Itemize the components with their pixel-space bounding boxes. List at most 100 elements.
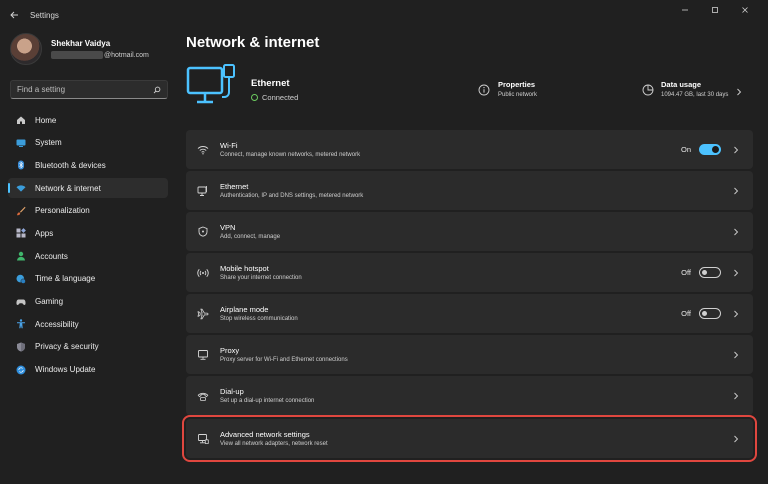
- properties-link[interactable]: Properties Public network: [478, 80, 537, 98]
- sidebar-item-network[interactable]: Network & internet: [8, 178, 168, 199]
- pie-chart-icon: [642, 84, 654, 96]
- vpn-card[interactable]: VPN Add, connect, manage: [186, 212, 753, 251]
- maximize-icon: [712, 7, 718, 13]
- gamepad-icon: [16, 297, 26, 307]
- sidebar-item-apps[interactable]: Apps: [8, 223, 168, 243]
- card-title: Wi-Fi: [220, 141, 238, 150]
- chevron-right-icon: [731, 309, 741, 319]
- sidebar-item-home[interactable]: Home: [8, 110, 168, 130]
- mobile-hotspot-card[interactable]: Mobile hotspot Share your internet conne…: [186, 253, 753, 292]
- sidebar-nav: Home System Bluetooth & devices Network …: [8, 110, 168, 382]
- connected-globe-icon: [251, 94, 258, 101]
- data-usage-link[interactable]: Data usage 1094.47 GB, last 30 days: [642, 80, 743, 98]
- airplane-icon: [196, 307, 210, 321]
- card-subtitle: Add, connect, manage: [220, 234, 281, 240]
- sidebar-item-label: Network & internet: [35, 183, 101, 193]
- accessibility-icon: [16, 319, 26, 329]
- sidebar-item-label: Gaming: [35, 297, 64, 306]
- hotspot-toggle[interactable]: [699, 267, 721, 278]
- close-button[interactable]: [730, 0, 760, 20]
- sidebar-item-label: Apps: [35, 228, 54, 238]
- sidebar-item-label: System: [35, 138, 62, 148]
- window-controls: [670, 0, 760, 20]
- sidebar-item-time-language[interactable]: Time & language: [8, 269, 168, 289]
- card-title: Mobile hotspot: [220, 264, 269, 273]
- avatar: [10, 33, 42, 65]
- account-icon: [16, 251, 26, 261]
- card-title: Dial-up: [220, 387, 244, 396]
- ethernet-monitor-icon: [186, 64, 235, 104]
- maximize-button[interactable]: [700, 0, 730, 20]
- sidebar-item-label: Bluetooth & devices: [35, 160, 106, 170]
- profile-name: Shekhar Vaidya: [51, 39, 111, 48]
- app-title: Settings: [30, 10, 59, 20]
- update-icon: [16, 365, 26, 375]
- card-title: Ethernet: [220, 182, 249, 191]
- card-subtitle: View all network adapters, network reset: [220, 441, 328, 447]
- hotspot-toggle-label: Off: [681, 268, 691, 277]
- airplane-mode-card[interactable]: Airplane mode Stop wireless communicatio…: [186, 294, 753, 333]
- advanced-network-settings-card[interactable]: Advanced network settings View all netwo…: [182, 415, 757, 462]
- back-button[interactable]: [0, 1, 28, 29]
- globe-clock-icon: [16, 274, 26, 284]
- sidebar-item-windows-update[interactable]: Windows Update: [8, 360, 168, 380]
- data-usage-subtitle: 1094.47 GB, last 30 days: [661, 92, 729, 98]
- email-redaction: [51, 51, 103, 59]
- connection-summary: Ethernet Connected Properties Public net…: [186, 60, 754, 118]
- ethernet-card[interactable]: Ethernet Authentication, IP and DNS sett…: [186, 171, 753, 210]
- sidebar-item-gaming[interactable]: Gaming: [8, 292, 168, 312]
- wifi-icon: [196, 143, 210, 157]
- card-subtitle: Set up a dial-up internet connection: [220, 398, 315, 404]
- sidebar-item-privacy[interactable]: Privacy & security: [8, 337, 168, 357]
- user-profile[interactable]: Shekhar Vaidya @hotmail.com: [10, 33, 149, 65]
- chevron-right-icon: [731, 434, 741, 444]
- advanced-network-icon: [196, 432, 210, 446]
- card-subtitle: Proxy server for Wi-Fi and Ethernet conn…: [220, 357, 348, 363]
- sidebar-item-bluetooth[interactable]: Bluetooth & devices: [8, 155, 168, 175]
- airplane-toggle-label: Off: [681, 309, 691, 318]
- close-icon: [742, 7, 748, 13]
- ethernet-icon: [196, 184, 210, 198]
- wifi-toggle[interactable]: [699, 144, 721, 155]
- sidebar-item-accounts[interactable]: Accounts: [8, 246, 168, 266]
- apps-icon: [16, 228, 26, 238]
- sidebar-item-label: Personalization: [35, 206, 90, 216]
- vpn-shield-icon: [196, 225, 210, 239]
- card-title: Advanced network settings: [220, 430, 310, 439]
- sidebar-item-system[interactable]: System: [8, 133, 168, 153]
- sidebar-item-personalization[interactable]: Personalization: [8, 201, 168, 221]
- wifi-icon: [16, 183, 26, 193]
- bluetooth-icon: [16, 160, 26, 170]
- connection-status-text: Connected: [262, 93, 299, 102]
- connection-status: Connected: [251, 93, 298, 102]
- wifi-card[interactable]: Wi-Fi Connect, manage known networks, me…: [186, 130, 753, 169]
- airplane-toggle[interactable]: [699, 308, 721, 319]
- chevron-right-icon: [731, 268, 741, 278]
- minimize-icon: [682, 9, 688, 11]
- sidebar-item-label: Home: [35, 115, 57, 125]
- card-subtitle: Connect, manage known networks, metered …: [220, 152, 361, 158]
- sidebar-item-label: Privacy & security: [35, 342, 99, 352]
- monitor-icon: [16, 138, 26, 148]
- brush-icon: [16, 206, 26, 216]
- home-icon: [16, 115, 26, 125]
- data-usage-title: Data usage: [661, 80, 702, 89]
- sidebar-item-accessibility[interactable]: Accessibility: [8, 314, 168, 334]
- info-icon: [478, 84, 490, 96]
- page-title: Network & internet: [186, 34, 320, 51]
- chevron-right-icon: [731, 145, 741, 155]
- search-input[interactable]: [17, 85, 153, 94]
- proxy-icon: [196, 348, 210, 362]
- back-arrow-icon: [10, 11, 18, 19]
- settings-search[interactable]: [10, 80, 168, 99]
- proxy-card[interactable]: Proxy Proxy server for Wi-Fi and Etherne…: [186, 335, 753, 374]
- wifi-toggle-label: On: [680, 145, 691, 154]
- chevron-right-icon: [731, 227, 741, 237]
- card-subtitle: Stop wireless communication: [220, 316, 298, 322]
- minimize-button[interactable]: [670, 0, 700, 20]
- chevron-right-icon: [737, 88, 742, 96]
- chevron-right-icon: [731, 391, 741, 401]
- sidebar-item-label: Time & language: [35, 274, 96, 284]
- title-bar: Settings: [0, 0, 768, 30]
- dialup-card[interactable]: Dial-up Set up a dial-up internet connec…: [186, 376, 753, 415]
